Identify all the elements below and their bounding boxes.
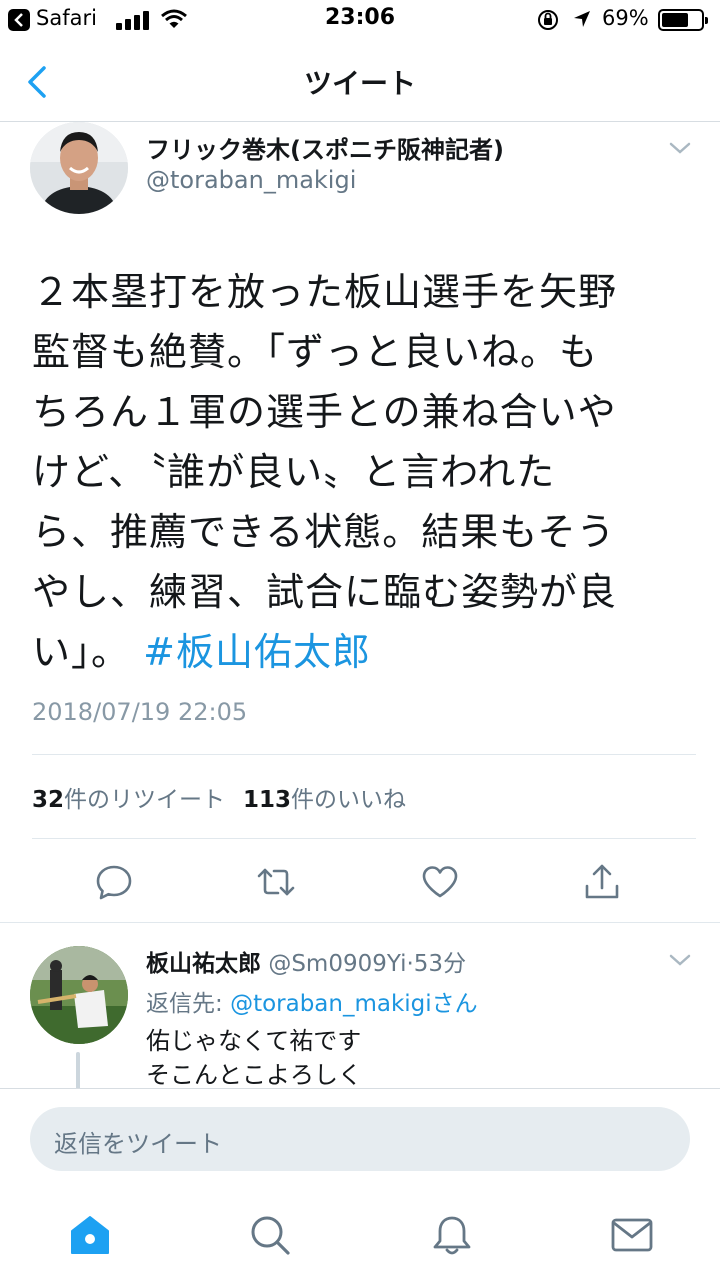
tweet-text: ２本塁打を放った板山選手を矢野 監督も絶賛。「ずっと良いね。も ちろん１軍の選手… — [32, 262, 682, 682]
like-label: 件のいいね — [291, 787, 407, 813]
reply-author-handle[interactable]: @Sm0909Yi — [268, 951, 406, 977]
battery-percent: 69% — [602, 6, 649, 30]
reply-text-line: 佑じゃなくて祐です — [146, 1027, 362, 1055]
home-icon[interactable] — [68, 1213, 112, 1257]
compose-placeholder: 返信をツイート — [54, 1130, 222, 1158]
reply-icon[interactable] — [94, 862, 134, 902]
search-icon[interactable] — [248, 1213, 292, 1257]
divider — [0, 922, 720, 923]
retweet-count: 32 — [32, 787, 65, 813]
reply-author-name[interactable]: 板山祐太郎 — [146, 951, 261, 977]
bell-icon[interactable] — [430, 1213, 474, 1257]
reply-avatar[interactable] — [30, 946, 128, 1044]
reply-time: 53分 — [413, 951, 467, 977]
tweet-text-line: 監督も絶賛。「ずっと良いね。も — [32, 330, 599, 374]
nav-bar: ツイート — [0, 40, 720, 122]
author-avatar[interactable] — [30, 122, 128, 214]
tweet-text-line: ２本塁打を放った板山選手を矢野 — [32, 270, 618, 314]
reply-text-line: そこんとこよろしく — [146, 1061, 362, 1089]
rotation-lock-icon — [538, 10, 558, 30]
reply-to-mention[interactable]: @toraban_makigiさん — [230, 991, 478, 1017]
reply-text: 佑じゃなくて祐です そこんとこよろしく — [146, 1024, 362, 1092]
chevron-down-icon[interactable] — [668, 952, 692, 968]
status-bar: Safari 23:06 69% — [0, 0, 720, 40]
battery-level — [662, 13, 688, 27]
author-handle[interactable]: @toraban_makigi — [146, 166, 356, 194]
author-name[interactable]: フリック巻木(スポニチ阪神記者) — [146, 130, 504, 165]
location-icon — [574, 11, 590, 27]
bottom-bar: 返信をツイート — [0, 1088, 720, 1280]
retweet-stat[interactable]: 32件のリツイート — [32, 787, 225, 813]
heart-icon[interactable] — [420, 862, 460, 902]
reply-header: 板山祐太郎 @Sm0909Yi·53分 — [146, 944, 466, 978]
reply-to-prefix: 返信先: — [146, 991, 231, 1017]
share-icon[interactable] — [582, 862, 622, 902]
divider — [32, 754, 696, 755]
mail-icon[interactable] — [610, 1213, 654, 1257]
like-count: 113 — [243, 787, 292, 813]
tweet-text-tail: い」。 — [32, 630, 131, 674]
reply-to: 返信先: @toraban_makigiさん — [146, 984, 478, 1018]
divider — [32, 838, 696, 839]
tweet-text-line: けど、〝誰が良い〟と言われた — [32, 450, 556, 494]
tweet-text-line: ちろん１軍の選手との兼ね合いや — [32, 390, 617, 434]
tweet-stats: 32件のリツイート 113件のいいね — [32, 780, 406, 814]
hashtag-link[interactable]: #板山佑太郎 — [143, 630, 371, 674]
chevron-down-icon[interactable] — [668, 140, 692, 156]
battery-icon — [658, 9, 708, 31]
tweet-text-line-last: い」。 #板山佑太郎 — [32, 622, 682, 682]
tweet-text-line: やし、練習、試合に臨む姿勢が良 — [32, 570, 618, 614]
retweet-icon[interactable] — [256, 862, 296, 902]
reply-separator: · — [406, 951, 414, 977]
thread-line — [76, 1052, 80, 1092]
reply-compose-field[interactable]: 返信をツイート — [30, 1107, 690, 1171]
like-stat[interactable]: 113件のいいね — [243, 787, 406, 813]
tweet-text-line: ら、推薦できる状態。結果もそう — [32, 510, 616, 554]
tweet-timestamp: 2018/07/19 22:05 — [32, 698, 248, 726]
page-title: ツイート — [303, 67, 416, 100]
retweet-label: 件のリツイート — [64, 787, 226, 813]
